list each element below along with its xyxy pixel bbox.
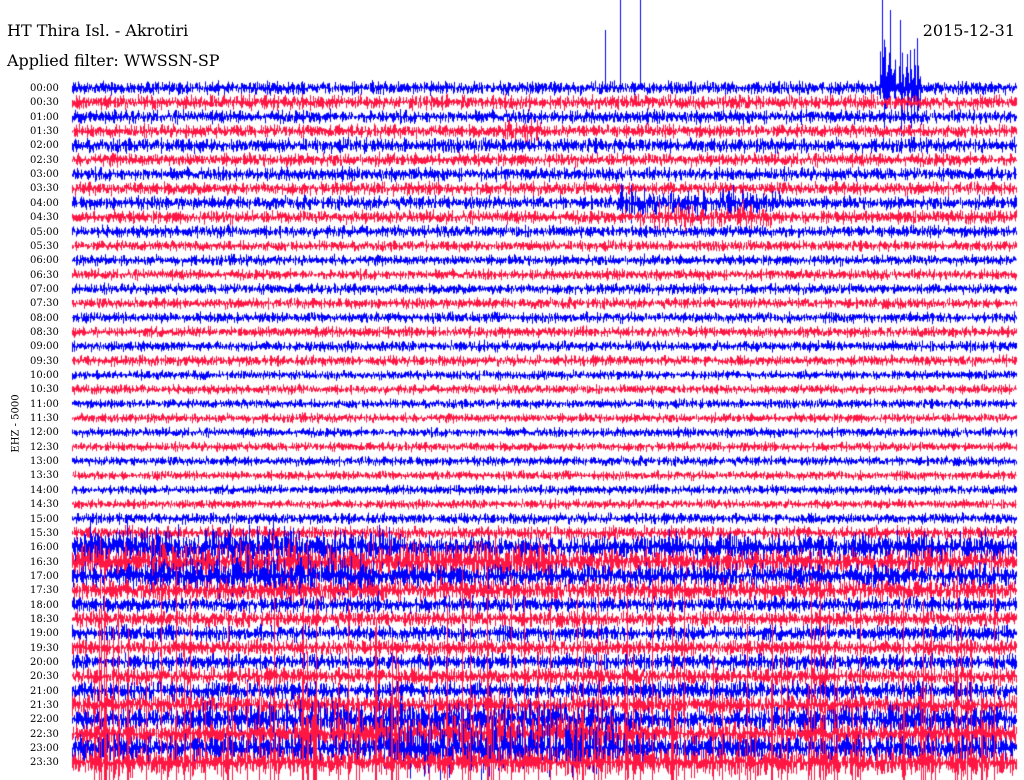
seismogram-plot: [0, 0, 1024, 780]
time-tick-label: 05:00: [30, 226, 59, 238]
time-tick-label: 03:00: [30, 169, 59, 181]
time-tick-label: 17:00: [30, 570, 59, 582]
time-tick-label: 06:00: [30, 255, 59, 267]
time-tick-label: 10:00: [30, 370, 59, 381]
time-tick-label: 06:30: [30, 269, 59, 281]
time-tick-label: 08:30: [30, 326, 59, 338]
time-tick-label: 16:30: [30, 556, 59, 568]
time-tick-label: 12:00: [30, 427, 59, 439]
time-tick-label: 11:30: [30, 413, 59, 425]
station-title: HT Thira Isl. - Akrotiri: [7, 21, 189, 40]
time-tick-label: 20:00: [30, 657, 59, 668]
time-tick-label: 00:00: [30, 83, 59, 94]
time-tick-label: 17:30: [30, 585, 59, 597]
time-tick-label: 15:00: [30, 513, 59, 525]
time-tick-label: 14:00: [30, 484, 59, 496]
time-tick-label: 02:00: [30, 140, 59, 152]
time-tick-label: 19:30: [30, 642, 59, 654]
time-tick-label: 02:30: [30, 154, 59, 166]
time-tick-label: 13:30: [30, 470, 59, 482]
time-tick-label: 18:30: [30, 613, 59, 625]
time-tick-label: 09:00: [30, 341, 59, 353]
time-tick-label: 19:00: [30, 628, 59, 640]
time-tick-label: 03:30: [30, 183, 59, 195]
time-tick-label: 07:00: [30, 283, 59, 295]
seismogram-stage: HT Thira Isl. - Akrotiri Applied filter:…: [0, 0, 1024, 780]
time-tick-label: 18:00: [30, 599, 59, 611]
time-tick-label: 21:30: [30, 700, 59, 712]
time-tick-label: 07:30: [30, 298, 59, 310]
time-tick-label: 09:30: [30, 355, 59, 367]
time-tick-label: 14:30: [30, 499, 59, 511]
time-tick-label: 08:00: [30, 312, 59, 324]
time-tick-label: 22:00: [30, 714, 59, 726]
time-tick-label: 04:30: [30, 212, 59, 224]
time-tick-label: 23:30: [30, 757, 59, 769]
time-tick-label: 01:00: [30, 111, 59, 123]
time-tick-label: 00:30: [30, 97, 59, 109]
time-tick-label: 04:00: [30, 197, 59, 209]
time-tick-label: 13:00: [30, 456, 59, 468]
time-tick-label: 22:30: [30, 728, 59, 740]
time-tick-label: 01:30: [30, 126, 59, 138]
time-tick-label: 10:30: [30, 384, 59, 396]
time-tick-label: 11:00: [30, 398, 59, 410]
time-tick-label: 21:00: [30, 685, 59, 697]
time-tick-label: 12:30: [30, 441, 59, 453]
time-tick-label: 05:30: [30, 240, 59, 252]
time-tick-label: 16:00: [30, 542, 59, 554]
filter-label: Applied filter: WWSSN-SP: [7, 51, 220, 70]
channel-axis-label: EHZ - 5000: [10, 394, 22, 453]
date-label: 2015-12-31: [922, 21, 1015, 40]
time-tick-label: 23:00: [30, 743, 59, 755]
time-tick-label: 15:30: [30, 527, 59, 539]
time-tick-label: 20:30: [30, 671, 59, 683]
